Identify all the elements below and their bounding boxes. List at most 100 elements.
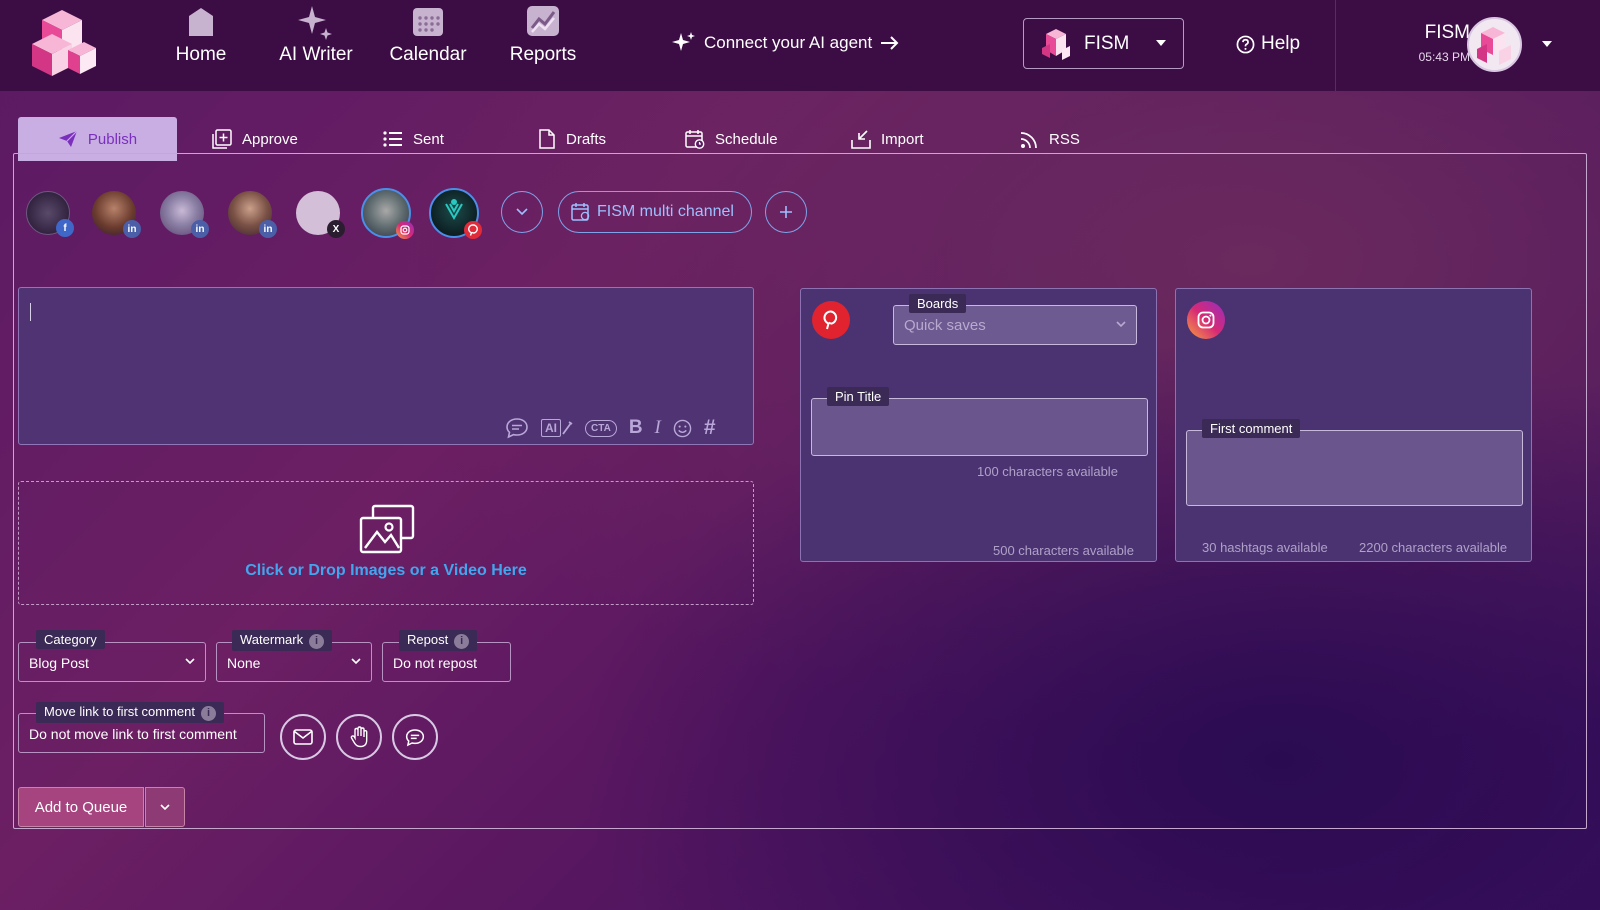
profile-avatar-linkedin-2[interactable]: in — [160, 191, 209, 238]
approve-icon — [212, 129, 232, 149]
first-comment-input[interactable] — [1186, 430, 1523, 506]
pinterest-icon — [812, 301, 850, 339]
chevron-down-icon — [160, 803, 170, 810]
instagram-characters-available: 2200 characters available — [1359, 540, 1508, 555]
add-to-queue-button[interactable]: Add to Queue — [18, 787, 144, 827]
linkedin-badge-icon: in — [123, 220, 141, 238]
pin-title-label: Pin Title — [827, 387, 890, 406]
tab-rss-label: RSS — [1049, 130, 1080, 148]
top-navigation-bar: Home AI Writer Calendar Reports Connect … — [0, 0, 1600, 91]
category-value: Blog Post — [29, 655, 89, 671]
info-icon[interactable]: i — [201, 706, 216, 721]
profile-avatar-instagram[interactable] — [361, 188, 414, 239]
help-label: Help — [1261, 33, 1301, 54]
hand-button[interactable] — [336, 714, 382, 760]
arrow-right-icon — [881, 36, 899, 50]
user-menu-caret-icon[interactable] — [1541, 40, 1553, 48]
hand-icon — [350, 726, 368, 748]
chart-icon — [527, 6, 559, 36]
account-selector-label: FISM — [1084, 32, 1130, 54]
ai-assist-label: AI — [541, 419, 561, 437]
chevron-down-icon — [351, 658, 361, 665]
boards-value: Quick saves — [904, 317, 986, 334]
dropzone-text: Click or Drop Images or a Video Here — [245, 562, 527, 579]
instagram-badge-icon — [396, 221, 414, 239]
nav-ai-writer-label: AI Writer — [279, 44, 353, 65]
post-text-editor[interactable]: AI CTA B I # — [18, 287, 754, 445]
media-dropzone[interactable]: Click or Drop Images or a Video Here — [18, 481, 754, 605]
comment-icon[interactable] — [505, 417, 529, 439]
emoji-icon[interactable] — [673, 419, 692, 438]
email-button[interactable] — [280, 714, 326, 760]
nav-ai-writer[interactable]: AI Writer — [266, 4, 366, 66]
connect-ai-agent-link[interactable]: Connect your AI agent — [672, 31, 900, 55]
list-icon — [383, 131, 402, 147]
home-icon — [189, 8, 213, 36]
help-link[interactable]: Help — [1236, 33, 1300, 55]
profile-avatar-linkedin-1[interactable]: in — [92, 191, 141, 238]
info-icon[interactable]: i — [309, 634, 325, 649]
instagram-options-card: First comment 30 hashtags available 2200… — [1175, 288, 1532, 562]
nav-reports[interactable]: Reports — [507, 4, 579, 66]
images-icon — [359, 504, 415, 554]
user-avatar[interactable] — [1467, 17, 1522, 72]
app-logo[interactable] — [28, 10, 98, 78]
header-divider — [1335, 0, 1336, 91]
calendar-clock-icon — [685, 130, 705, 149]
document-icon — [539, 129, 555, 149]
multi-channel-button[interactable]: FISM multi channel — [558, 191, 752, 233]
profile-avatar-linkedin-3[interactable]: in — [228, 191, 277, 238]
tab-sent-label: Sent — [413, 130, 444, 148]
nav-home[interactable]: Home — [171, 4, 231, 66]
caret-down-icon — [1156, 40, 1166, 46]
italic-icon[interactable]: I — [655, 417, 661, 439]
pinterest-options-card: Boards Quick saves Pin Title 100 charact… — [800, 288, 1157, 562]
chevron-down-icon — [516, 208, 528, 216]
tab-approve-label: Approve — [242, 130, 298, 148]
linkedin-badge-icon: in — [259, 220, 277, 238]
cta-icon[interactable]: CTA — [585, 419, 617, 437]
calendar-icon — [413, 8, 443, 36]
facebook-badge-icon: f — [56, 219, 74, 237]
tab-drafts-label: Drafts — [566, 130, 607, 148]
queue-options-button[interactable] — [145, 787, 185, 827]
sparkle-icon — [298, 6, 332, 40]
nav-calendar-label: Calendar — [389, 44, 467, 65]
first-comment-label: First comment — [1202, 419, 1301, 438]
instagram-icon — [1187, 301, 1225, 339]
pin-description-characters-available: 500 characters available — [993, 543, 1134, 558]
hashtags-available: 30 hashtags available — [1202, 540, 1328, 555]
repost-label-text: Repost — [407, 632, 449, 647]
pin-title-characters-available: 100 characters available — [977, 464, 1118, 479]
tab-schedule-label: Schedule — [715, 130, 778, 148]
comment-button[interactable] — [392, 714, 438, 760]
multi-channel-label: FISM multi channel — [597, 203, 734, 220]
ai-assist-icon[interactable]: AI — [541, 419, 573, 437]
user-local-time: 05:43 PM — [1418, 50, 1470, 64]
profile-avatar-x[interactable]: X — [296, 191, 345, 238]
editor-toolbar: AI CTA B I # — [505, 416, 716, 440]
bold-icon[interactable]: B — [629, 417, 643, 439]
pin-title-input[interactable] — [811, 398, 1148, 456]
info-icon[interactable]: i — [454, 634, 470, 649]
profile-avatar-facebook[interactable]: f — [26, 191, 74, 237]
add-profile-button[interactable] — [765, 191, 807, 233]
x-badge-icon: X — [327, 220, 345, 238]
account-logo-icon — [1042, 28, 1070, 60]
expand-profiles-button[interactable] — [501, 191, 543, 233]
import-icon — [851, 130, 871, 149]
nav-reports-label: Reports — [509, 44, 577, 65]
watermark-label: Watermark i — [232, 630, 333, 651]
hashtag-icon[interactable]: # — [704, 416, 716, 440]
profile-avatar-pinterest[interactable] — [429, 188, 482, 239]
move-link-label-text: Move link to first comment — [44, 704, 195, 719]
question-circle-icon — [1236, 35, 1255, 53]
chevron-down-icon — [1116, 321, 1126, 328]
move-link-label: Move link to first comment i — [36, 702, 224, 723]
send-icon — [58, 130, 78, 147]
account-selector[interactable]: FISM — [1023, 18, 1184, 69]
boards-label: Boards — [909, 294, 967, 313]
repost-label: Repost i — [399, 630, 478, 651]
watermark-value: None — [227, 655, 261, 671]
nav-calendar[interactable]: Calendar — [388, 4, 468, 66]
